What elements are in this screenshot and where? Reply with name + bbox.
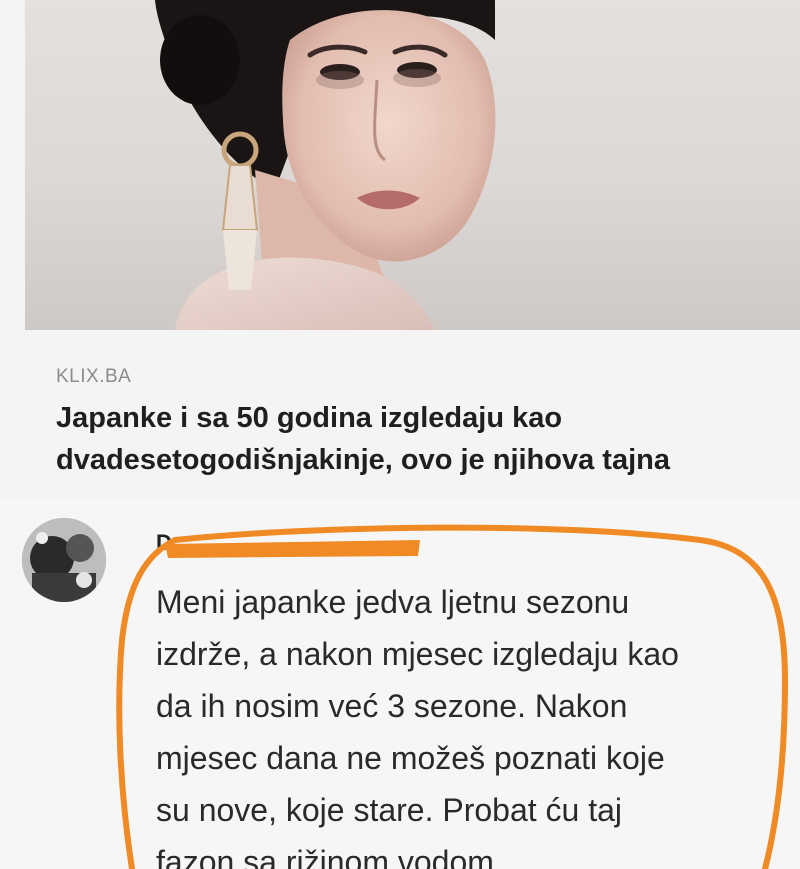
- commenter-avatar[interactable]: [22, 518, 106, 602]
- comment-body: Meni japanke jedva ljetnu sezonu izdrže,…: [156, 584, 679, 869]
- screenshot-frame: KLIX.BA Japanke i sa 50 godina izgledaju…: [0, 0, 800, 869]
- woman-portrait-illustration: [155, 0, 496, 330]
- link-preview-image[interactable]: [25, 0, 800, 330]
- source-domain: KLIX.BA: [56, 366, 132, 387]
- comment: D Meni japanke jedva ljetnu sezonu izdrž…: [0, 500, 800, 869]
- link-preview-card[interactable]: KLIX.BA Japanke i sa 50 godina izgledaju…: [0, 330, 800, 500]
- comment-author-name[interactable]: D: [156, 530, 172, 556]
- avatar-image: [22, 518, 106, 602]
- article-headline[interactable]: Japanke i sa 50 godina izgledaju kao dva…: [56, 397, 796, 481]
